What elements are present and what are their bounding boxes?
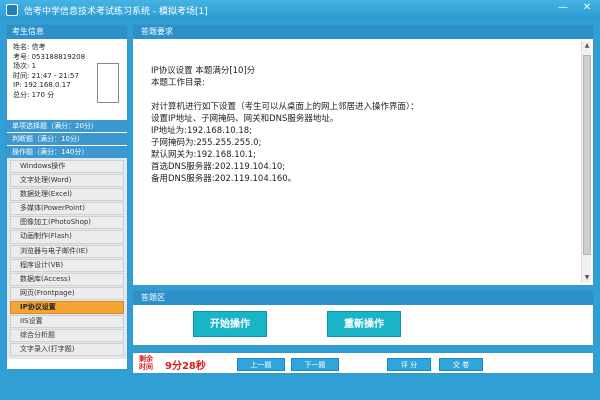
question-item-windows[interactable]: Windows操作 bbox=[10, 160, 124, 174]
scroll-down-arrow-icon[interactable]: ▼ bbox=[582, 273, 592, 283]
question-line: 子网掩码为:255.255.255.0; bbox=[151, 138, 262, 148]
scrollbar-thumb[interactable] bbox=[583, 55, 591, 255]
examinee-number: 考号: 053188819208 bbox=[13, 52, 86, 61]
answer-panel: 答题区 开始操作 重新操作 bbox=[132, 290, 594, 346]
question-item-excel[interactable]: 数据处理(Excel) bbox=[10, 188, 124, 202]
section-single-choice[interactable]: 单项选择题（满分：20分） bbox=[7, 119, 127, 132]
question-line: 备用DNS服务器:202.119.104.160。 bbox=[151, 174, 297, 184]
question-item-iis[interactable]: IIS设置 bbox=[10, 315, 124, 329]
question-panel: 答题要求 IP协议设置 本题满分[10]分 本题工作目录: 对计算机进行如下设置… bbox=[132, 24, 594, 286]
status-bar bbox=[0, 384, 600, 400]
question-line: 设置IP地址、子网掩码、网关和DNS服务器地址。 bbox=[151, 114, 339, 124]
examinee-info-panel: 姓名: 信考 考号: 053188819208 场次: 1 时间: 21:47 … bbox=[7, 39, 127, 119]
scroll-up-arrow-icon[interactable]: ▲ bbox=[582, 41, 592, 51]
question-line: 本题工作目录: bbox=[151, 78, 205, 88]
question-title: IP协议设置 本题满分[10]分 bbox=[151, 66, 256, 76]
section-operation[interactable]: 操作题（满分：140分） bbox=[7, 145, 127, 158]
remaining-time-value: 9分28秒 bbox=[165, 361, 206, 372]
question-item-analysis[interactable]: 综合分析题 bbox=[10, 329, 124, 343]
previous-question-button[interactable]: 上一题 bbox=[237, 358, 285, 371]
start-operation-button[interactable]: 开始操作 bbox=[193, 311, 267, 337]
question-item-access[interactable]: 数据库(Access) bbox=[10, 272, 124, 286]
grade-button[interactable]: 评 分 bbox=[387, 358, 431, 371]
question-line: 默认网关为:192.168.10.1; bbox=[151, 150, 257, 160]
title-bar: 信考中学信息技术考试练习系统 - 模拟考场[1] — ✕ bbox=[0, 0, 600, 20]
question-line: 首选DNS服务器:202.119.104.10; bbox=[151, 162, 286, 172]
remaining-time-label: 剩余时间 bbox=[139, 355, 153, 371]
window-title: 信考中学信息技术考试练习系统 - 模拟考场[1] bbox=[24, 6, 208, 17]
question-line bbox=[151, 89, 571, 101]
examinee-info-header: 考生信息 bbox=[7, 25, 127, 39]
next-question-button[interactable]: 下一题 bbox=[291, 358, 339, 371]
redo-operation-button[interactable]: 重新操作 bbox=[327, 311, 401, 337]
question-item-typing[interactable]: 文字录入(打字题) bbox=[10, 343, 124, 357]
sidebar: 考生信息 姓名: 信考 考号: 053188819208 场次: 1 时间: 2… bbox=[6, 24, 128, 370]
question-item-word[interactable]: 文字处理(Word) bbox=[10, 174, 124, 188]
answer-panel-header: 答题区 bbox=[133, 291, 593, 305]
question-line: IP地址为:192.168.10.18; bbox=[151, 126, 253, 136]
question-item-ie[interactable]: 浏览器与电子邮件(IE) bbox=[10, 244, 124, 258]
app-logo-icon bbox=[6, 4, 18, 16]
submit-exam-button[interactable]: 交 卷 bbox=[439, 358, 483, 371]
question-item-frontpage[interactable]: 网页(Frontpage) bbox=[10, 286, 124, 300]
bottom-toolbar: 剩余时间 9分28秒 上一题 下一题 评 分 交 卷 bbox=[132, 352, 594, 374]
question-item-ip-settings[interactable]: IP协议设置 bbox=[10, 300, 124, 315]
question-line: 对计算机进行如下设置（考生可以从桌面上的网上邻居进入操作界面）： bbox=[151, 102, 419, 112]
close-button[interactable]: ✕ bbox=[580, 2, 594, 13]
question-item-flash[interactable]: 动画制作(Flash) bbox=[10, 230, 124, 244]
minimize-button[interactable]: — bbox=[556, 2, 570, 13]
question-item-vb[interactable]: 程序设计(VB) bbox=[10, 258, 124, 272]
examinee-photo bbox=[97, 63, 119, 103]
question-item-powerpoint[interactable]: 多媒体(PowerPoint) bbox=[10, 202, 124, 216]
question-scrollbar[interactable]: ▲ ▼ bbox=[581, 41, 591, 283]
question-panel-header: 答题要求 bbox=[133, 25, 593, 39]
question-text: IP协议设置 本题满分[10]分 本题工作目录: 对计算机进行如下设置（考生可以… bbox=[151, 65, 571, 185]
section-true-false[interactable]: 判断题（满分：10分） bbox=[7, 132, 127, 145]
question-item-photoshop[interactable]: 图像加工(PhotoShop) bbox=[10, 216, 124, 230]
examinee-name: 姓名: 信考 bbox=[13, 43, 46, 51]
operation-question-list: Windows操作 文字处理(Word) 数据处理(Excel) 多媒体(Pow… bbox=[7, 158, 127, 360]
